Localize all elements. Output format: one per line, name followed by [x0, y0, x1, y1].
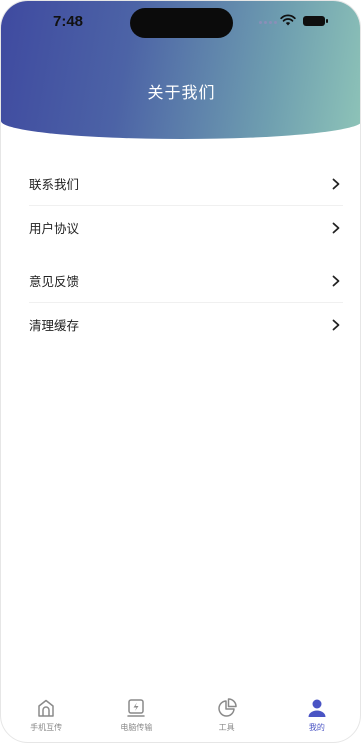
chevron-right-icon	[329, 318, 343, 332]
home-transfer-icon	[34, 696, 58, 720]
menu-item-label: 联系我们	[29, 177, 80, 192]
chevron-right-icon	[329, 177, 343, 191]
status-time: 7:48	[53, 13, 84, 30]
app-screen: 7:48 关于我们 联系我们 用户协议 意见反馈 清理缓存 手机互传 电脑传输 …	[0, 0, 361, 743]
menu-item-contact-us[interactable]: 联系我们	[29, 162, 343, 206]
menu-item-clear-cache[interactable]: 清理缓存	[29, 303, 343, 346]
menu-item-label: 意见反馈	[29, 274, 80, 289]
wifi-icon	[280, 14, 296, 26]
status-bar: 7:48	[1, 1, 360, 45]
tab-label: 手机互传	[30, 723, 63, 732]
dynamic-island	[130, 8, 233, 38]
tab-label: 电脑传输	[120, 723, 153, 732]
battery-icon	[303, 16, 328, 26]
computer-transfer-icon	[124, 696, 148, 720]
menu-item-user-agreement[interactable]: 用户协议	[29, 206, 343, 249]
tools-chart-icon	[215, 696, 239, 720]
chevron-right-icon	[329, 274, 343, 288]
tab-phone-transfer[interactable]: 手机互传	[11, 696, 81, 733]
tab-label: 我的	[308, 723, 325, 732]
menu-group-support: 意见反馈 清理缓存	[29, 259, 343, 346]
page-title: 关于我们	[147, 83, 216, 102]
chevron-right-icon	[329, 221, 343, 235]
menu-item-label: 清理缓存	[29, 318, 80, 333]
tab-label: 工具	[218, 723, 235, 732]
tab-computer-transfer[interactable]: 电脑传输	[101, 696, 171, 733]
menu-item-feedback[interactable]: 意见反馈	[29, 259, 343, 303]
tab-bar: 手机互传 电脑传输 工具 我的	[1, 692, 360, 742]
cellular-signal-icon	[259, 21, 277, 24]
menu-group-contact: 联系我们 用户协议	[29, 162, 343, 249]
tab-tools[interactable]: 工具	[192, 696, 262, 733]
tab-profile[interactable]: 我的	[282, 696, 352, 733]
profile-icon	[305, 696, 329, 720]
menu-item-label: 用户协议	[29, 221, 80, 236]
